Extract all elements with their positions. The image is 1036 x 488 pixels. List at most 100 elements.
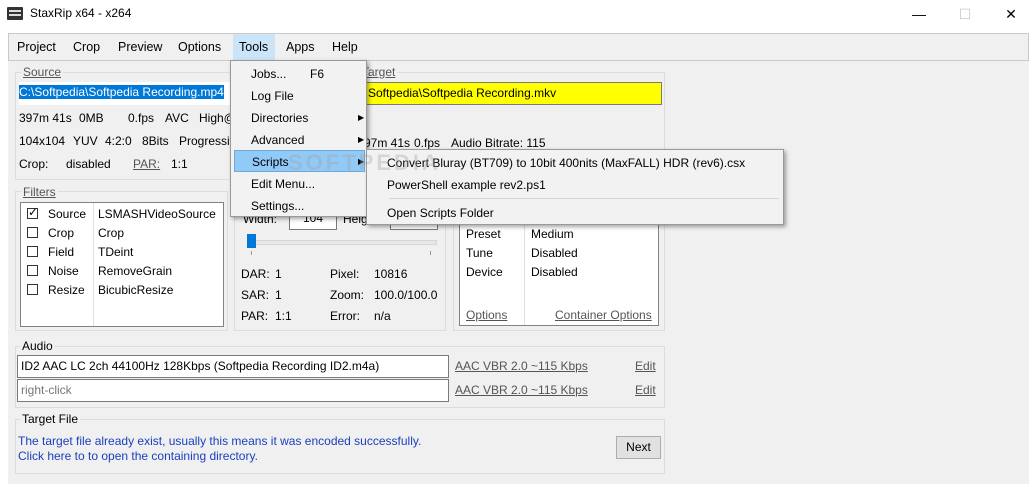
pixel-label: Pixel:	[330, 267, 360, 281]
menu-apps[interactable]: Apps	[286, 40, 315, 54]
slider-tick	[430, 251, 431, 255]
resize-slider-thumb[interactable]	[247, 234, 256, 248]
tools-dropdown: Jobs... F6 Log File Directories ▶ Advanc…	[230, 60, 367, 217]
source-resolution: 104x104	[19, 134, 66, 148]
filter-source-checkbox[interactable]	[27, 205, 38, 219]
resize-slider-track[interactable]	[247, 240, 437, 245]
encoder-row-value[interactable]: Disabled	[531, 265, 578, 279]
filter-field-checkbox[interactable]	[27, 246, 38, 257]
filter-value[interactable]: RemoveGrain	[98, 264, 172, 278]
target-duration: 97m 41s	[364, 136, 411, 150]
filter-value[interactable]: TDeint	[98, 245, 133, 259]
filter-name: Field	[48, 245, 75, 259]
encoder-row-value[interactable]: Disabled	[531, 246, 578, 260]
settings-menu-item[interactable]: Settings...	[234, 195, 363, 217]
target-file-status-text[interactable]: The target file already exist, usually t…	[18, 434, 421, 448]
slider-tick	[251, 251, 252, 255]
menu-crop[interactable]: Crop	[73, 40, 100, 54]
menu-preview[interactable]: Preview	[118, 40, 162, 54]
edit-menu-menu-item[interactable]: Edit Menu...	[234, 173, 363, 195]
maximize-button[interactable]: ☐	[942, 0, 988, 28]
filter-resize-checkbox[interactable]	[27, 284, 38, 295]
source-label[interactable]: Source	[21, 65, 64, 79]
submenu-arrow-icon: ▶	[358, 135, 365, 144]
crop-value: disabled	[66, 157, 111, 171]
menu-options[interactable]: Options	[178, 40, 221, 54]
filter-value[interactable]: BicubicResize	[98, 283, 173, 297]
source-chroma: 4:2:0	[105, 134, 132, 148]
watermark-logo: SOFTPEDIA	[288, 150, 441, 175]
audio-track-2-field[interactable]: right-click	[17, 379, 449, 402]
filter-name: Source	[48, 207, 87, 221]
submenu-separator	[389, 198, 779, 199]
error-value: n/a	[374, 309, 391, 323]
target-fps: 0.fps	[414, 136, 441, 150]
encoder-column-divider	[524, 223, 525, 325]
container-options-link[interactable]: Container Options	[555, 308, 652, 322]
zoom-value: 100.0/100.0	[374, 288, 438, 302]
script-item-powershell[interactable]: PowerShell example rev2.ps1	[370, 174, 780, 196]
source-duration: 397m 41s	[19, 111, 72, 125]
zoom-label: Zoom:	[330, 288, 365, 302]
filter-value[interactable]: LSMASHVideoSource	[98, 207, 216, 221]
audio-track-2-edit-link[interactable]: Edit	[635, 383, 656, 397]
menu-tools-open[interactable]: Tools	[239, 40, 268, 54]
par-link[interactable]: PAR:	[133, 157, 160, 171]
par-value: 1:1	[171, 157, 188, 171]
audio-track-1-field[interactable]: ID2 AAC LC 2ch 44100Hz 128Kbps (Softpedi…	[17, 355, 449, 378]
source-scan: Progressiv	[179, 134, 236, 148]
filter-value[interactable]: Crop	[98, 226, 124, 240]
encoder-row-label: Device	[466, 265, 503, 279]
menu-help[interactable]: Help	[332, 40, 358, 54]
source-size: 0MB	[79, 111, 104, 125]
close-button[interactable]: ✕	[988, 0, 1034, 28]
source-fps: 0.fps	[128, 111, 155, 125]
log-file-menu-item[interactable]: Log File	[234, 85, 363, 107]
menu-bar: Project Crop Preview Options Tools Apps …	[8, 33, 1029, 61]
target-path-field[interactable]: Softpedia\Softpedia Recording.mkv	[363, 82, 662, 105]
next-button[interactable]: Next	[616, 436, 661, 459]
source-codec: AVC	[165, 111, 189, 125]
error-label: Error:	[330, 309, 360, 323]
sar-value: 1	[275, 288, 282, 302]
audio-label: Audio	[20, 339, 55, 353]
filters-label[interactable]: Filters	[21, 185, 58, 199]
source-path-field[interactable]: C:\Softpedia\Softpedia Recording.mp4	[19, 82, 231, 105]
encoder-row-value[interactable]: Medium	[531, 227, 574, 241]
scripts-label: Scripts	[252, 155, 289, 169]
audio-track-1-profile-link[interactable]: AAC VBR 2.0 ~115 Kbps	[455, 359, 588, 373]
encoder-options-link[interactable]: Options	[466, 308, 507, 322]
source-path-text: C:\Softpedia\Softpedia Recording.mp4	[19, 85, 224, 99]
jobs-label: Jobs...	[251, 67, 287, 81]
window-title: StaxRip x64 - x264	[30, 6, 132, 20]
jobs-shortcut: F6	[310, 67, 325, 81]
pixel-value: 10816	[374, 267, 408, 281]
audio-track-2-profile-link[interactable]: AAC VBR 2.0 ~115 Kbps	[455, 383, 588, 397]
minimize-button[interactable]: —	[896, 0, 942, 28]
open-scripts-folder-item[interactable]: Open Scripts Folder	[370, 202, 780, 224]
directories-label: Directories	[251, 111, 309, 125]
filter-crop-checkbox[interactable]	[27, 227, 38, 238]
menu-project[interactable]: Project	[17, 40, 56, 54]
filter-name: Resize	[48, 283, 85, 297]
jobs-menu-item[interactable]: Jobs... F6	[234, 63, 363, 85]
filter-noise-checkbox[interactable]	[27, 265, 38, 276]
app-clapboard-icon	[7, 7, 23, 20]
encoder-row-label: Tune	[466, 246, 493, 260]
advanced-menu-item[interactable]: Advanced ▶	[234, 129, 365, 151]
dar-value: 1	[275, 267, 282, 281]
filter-name: Crop	[48, 226, 75, 240]
submenu-arrow-icon: ▶	[358, 113, 365, 122]
source-bitdepth: 8Bits	[142, 134, 169, 148]
crop-label: Crop:	[19, 157, 49, 171]
open-directory-link[interactable]: Click here to to open the containing dir…	[18, 449, 258, 463]
resize-par-label: PAR:	[241, 309, 269, 323]
resize-par-value: 1:1	[275, 309, 292, 323]
target-file-label: Target File	[20, 412, 81, 426]
directories-menu-item[interactable]: Directories ▶	[234, 107, 365, 129]
advanced-label: Advanced	[251, 133, 305, 147]
audio-track-1-edit-link[interactable]: Edit	[635, 359, 656, 373]
filter-name: Noise	[48, 264, 79, 278]
title-bar: StaxRip x64 - x264 — ☐ ✕	[0, 0, 1036, 28]
filters-column-divider	[93, 203, 94, 326]
